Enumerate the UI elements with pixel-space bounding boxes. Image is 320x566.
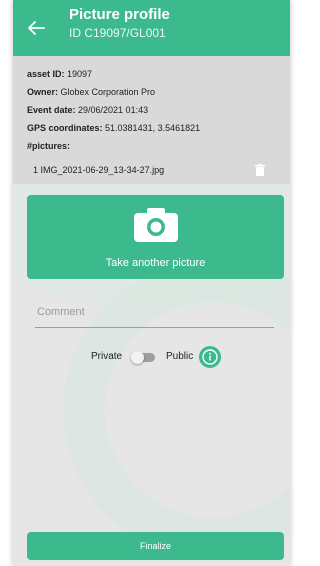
take-picture-button[interactable]: Take another picture [27,195,284,279]
app-screen: Picture profile ID C19097/GL001 asset ID… [13,0,290,566]
privacy-toggle[interactable] [131,351,157,364]
app-header: Picture profile ID C19097/GL001 [13,0,290,56]
toggle-knob [131,351,144,364]
gps-value: 51.0381431, 3.5461821 [105,123,201,133]
info-button[interactable] [199,346,221,368]
event-date-label: Event date: [27,105,79,115]
owner-label: Owner: [27,87,61,97]
event-date-row: Event date: 29/06/2021 01:43 [27,101,290,119]
privacy-toggle-row: Private Public [13,346,290,370]
trash-icon[interactable] [255,164,265,176]
pictures-label: #pictures: [27,141,71,151]
picture-filename[interactable]: IMG_2021-06-29_13-34-27.jpg [41,165,165,175]
asset-id-label: asset ID: [27,69,68,79]
owner-value: Globex Corporation Pro [60,87,156,97]
info-icon [202,349,218,365]
asset-id-row: asset ID: 19097 [27,65,290,83]
comment-input[interactable] [35,298,274,328]
asset-info-panel: asset ID: 19097 Owner: Globex Corporatio… [13,56,290,184]
gps-row: GPS coordinates: 51.0381431, 3.5461821 [27,119,290,137]
event-date-value: 29/06/2021 01:43 [78,105,149,115]
camera-icon [134,208,178,242]
take-picture-label: Take another picture [105,257,206,269]
pictures-row: #pictures: [27,137,290,155]
public-label: Public [166,351,194,362]
gps-label: GPS coordinates: [27,123,106,133]
private-label: Private [91,351,123,362]
owner-row: Owner: Globex Corporation Pro [27,83,290,101]
finalize-button[interactable]: Finalize [27,532,284,560]
page-subtitle: ID C19097/GL001 [69,26,166,40]
arrow-left-icon[interactable] [27,20,45,36]
picture-index: 1 [33,165,41,175]
picture-list-item[interactable]: 1 IMG_2021-06-29_13-34-27.jpg [27,161,290,179]
page-title: Picture profile [69,6,170,23]
asset-id-value: 19097 [67,69,93,79]
